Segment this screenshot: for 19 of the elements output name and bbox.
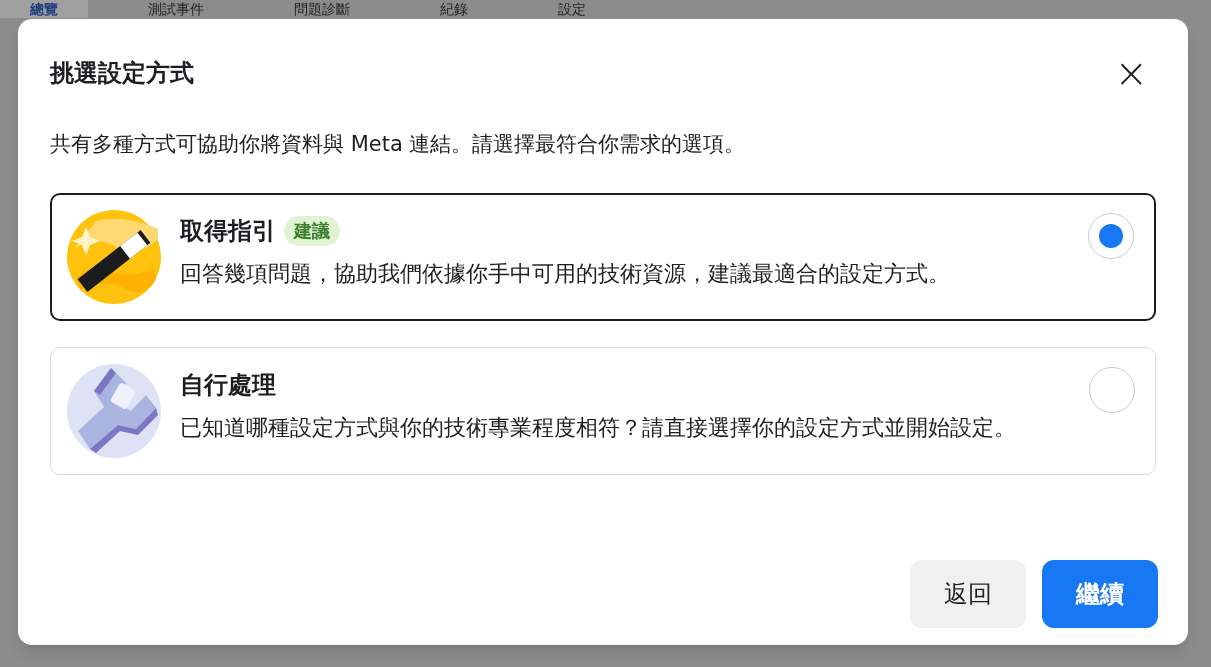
- option-title: 自行處理: [180, 369, 276, 401]
- option-title: 取得指引: [180, 215, 276, 247]
- back-button[interactable]: 返回: [910, 560, 1026, 628]
- wrench-icon: [66, 362, 162, 459]
- background-tab[interactable]: 測試事件: [118, 0, 234, 18]
- option-description: 回答幾項問題，協助我們依據你手中可用的技術資源，建議最適合的設定方式。: [180, 259, 951, 288]
- background-tab[interactable]: 問題診斷: [264, 0, 380, 18]
- dialog-title: 挑選設定方式: [50, 58, 194, 89]
- close-button[interactable]: ×: [1114, 53, 1148, 93]
- recommended-badge: 建議: [284, 215, 340, 246]
- background-tab[interactable]: 設定: [528, 0, 616, 18]
- intro-text: 共有多種方式可協助你將資料與 Meta 連結。請選擇最符合你需求的選項。: [49, 131, 747, 158]
- magic-wand-icon: [66, 208, 162, 305]
- option-card[interactable]: 自行處理 已知道哪種設定方式與你的技術專業程度相符？請直接選擇你的設定方式並開始設定。: [50, 346, 1156, 475]
- background-tab[interactable]: 總覽: [0, 0, 88, 18]
- background-tab[interactable]: 紀錄: [410, 0, 498, 18]
- option-card[interactable]: 取得指引 建議 回答幾項問題，協助我們依據你手中可用的技術資源，建議最適合的設定方式。: [50, 192, 1156, 321]
- continue-button[interactable]: 繼續: [1042, 560, 1158, 628]
- option-description: 已知道哪種設定方式與你的技術專業程度相符？請直接選擇你的設定方式並開始設定。: [180, 413, 1017, 442]
